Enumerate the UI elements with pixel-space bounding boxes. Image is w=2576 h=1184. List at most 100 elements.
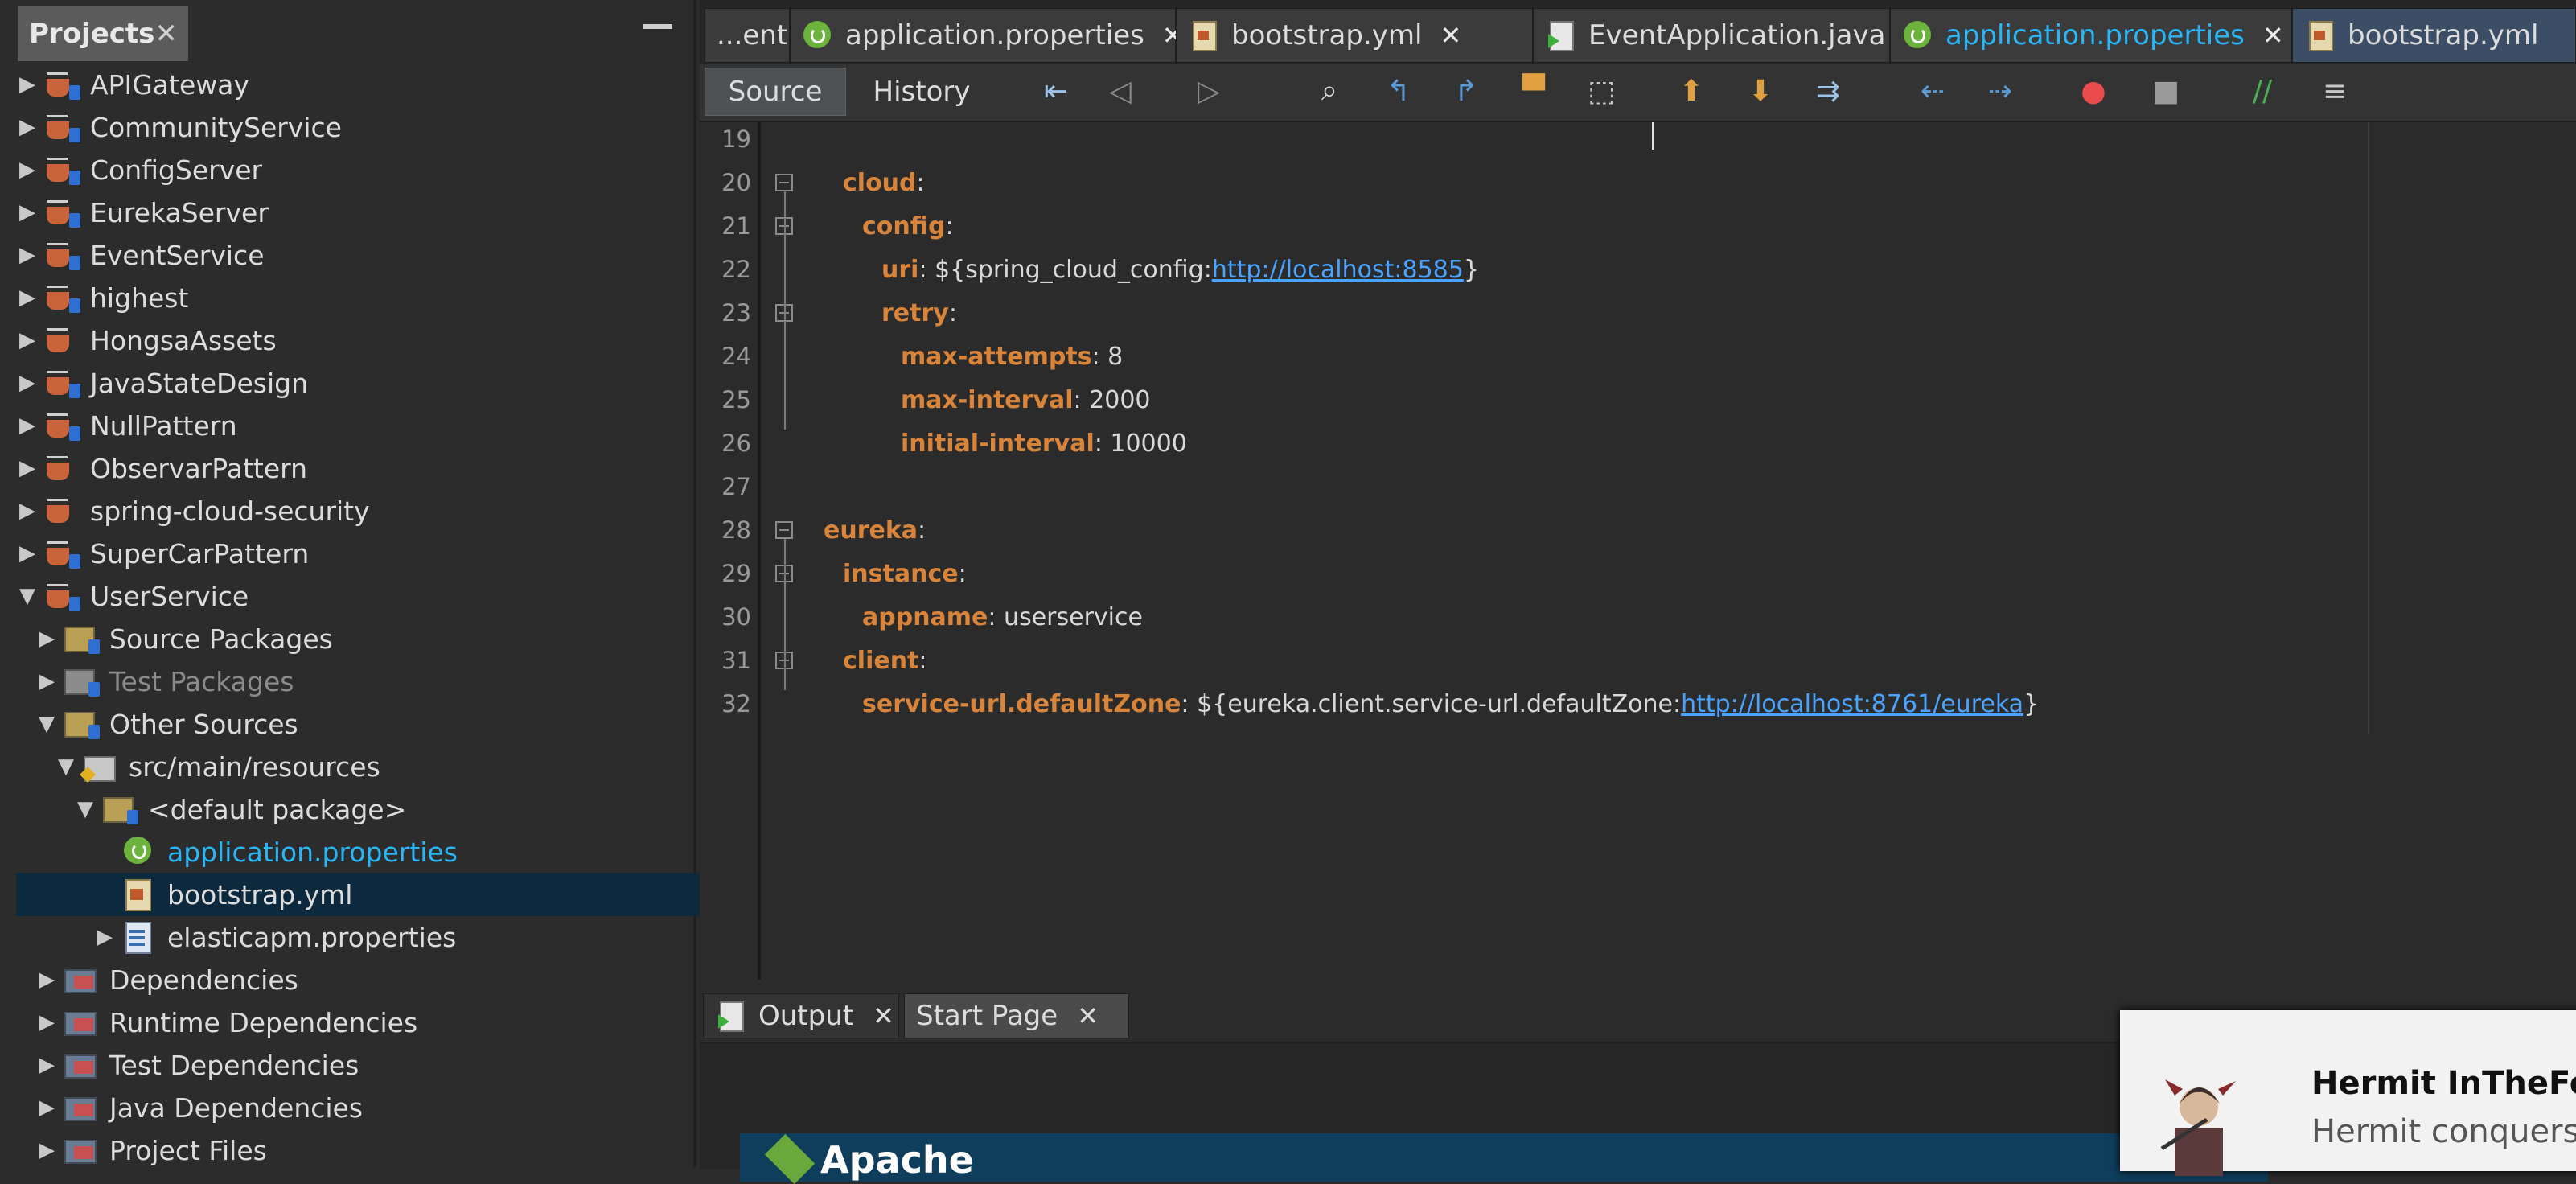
fold-toggle-icon[interactable]: [775, 521, 793, 539]
tree-item[interactable]: ▶ SuperCarPattern: [16, 532, 692, 575]
tree-item[interactable]: ▶ Test Dependencies: [16, 1043, 711, 1087]
expand-arrow-icon[interactable]: ▶: [16, 286, 39, 310]
previous-bookmark-icon[interactable]: ⬆: [1673, 72, 1710, 109]
close-icon[interactable]: ✕: [873, 1001, 894, 1031]
code-editor[interactable]: cloud: config: uri: ${spring_cloud_config:…: [761, 122, 2576, 980]
expand-arrow-icon[interactable]: ▶: [16, 328, 39, 352]
projects-tab[interactable]: Projects ✕: [18, 6, 188, 61]
close-icon[interactable]: ✕: [154, 18, 178, 50]
tree-item[interactable]: ▶ HongsaAssets: [16, 319, 692, 362]
expand-arrow-icon[interactable]: ▶: [35, 1138, 58, 1162]
history-button[interactable]: History: [865, 68, 978, 116]
back-icon[interactable]: ◁: [1102, 72, 1139, 109]
next-bookmark-icon[interactable]: ⬇: [1742, 72, 1779, 109]
tree-item-label: Source Packages: [109, 623, 333, 655]
expand-arrow-icon[interactable]: ▶: [16, 243, 39, 267]
start-macro-recording-icon[interactable]: ●: [2075, 72, 2112, 109]
minimize-icon[interactable]: [643, 24, 672, 29]
editor-tab[interactable]: application.properties ✕: [790, 8, 1184, 63]
comment-icon[interactable]: //: [2244, 72, 2281, 109]
collapse-arrow-icon[interactable]: ▼: [74, 797, 97, 821]
notification-toast[interactable]: Hermit InTheFor Hermit conquers: [2120, 1010, 2576, 1176]
tree-item[interactable]: ▼ Other Sources: [16, 702, 711, 746]
collapse-arrow-icon[interactable]: ▼: [16, 584, 39, 608]
uncomment-icon[interactable]: ≡: [2316, 72, 2353, 109]
tree-item[interactable]: ▶ elasticapm.properties: [16, 915, 769, 959]
stop-macro-recording-icon[interactable]: ■: [2147, 72, 2184, 109]
yaml-value: :: [918, 516, 926, 545]
yaml-key: appname: [862, 603, 988, 631]
expand-arrow-icon[interactable]: ▶: [35, 1010, 58, 1034]
toggle-highlight-icon[interactable]: ▀: [1515, 72, 1552, 109]
close-icon[interactable]: ✕: [1440, 20, 1461, 51]
maven-project-icon: [42, 409, 80, 442]
maven-project-icon: [42, 281, 80, 314]
editor-tab[interactable]: EventApplication.java✕: [1533, 8, 1925, 63]
tree-item[interactable]: ▶ Runtime Dependencies: [16, 1001, 711, 1044]
yaml-key: client: [843, 647, 919, 675]
code-link[interactable]: http://localhost:8585: [1212, 256, 1464, 284]
find-next-icon[interactable]: ↱: [1448, 72, 1485, 109]
shift-right-icon[interactable]: ⇢: [1982, 72, 2019, 109]
collapse-arrow-icon[interactable]: ▼: [35, 712, 58, 736]
code-link[interactable]: http://localhost:8761/eureka: [1681, 690, 2023, 718]
expand-arrow-icon[interactable]: ▶: [35, 968, 58, 992]
find-icon[interactable]: ⌕: [1311, 72, 1348, 109]
tree-item[interactable]: ▶ Dependencies: [16, 958, 711, 1001]
tree-item[interactable]: ▶ APIGateway: [16, 63, 692, 106]
editor-tab[interactable]: application.properties ✕: [1890, 8, 2292, 63]
tree-item[interactable]: ▶ EventService: [16, 233, 692, 277]
close-icon[interactable]: ✕: [2262, 20, 2284, 51]
expand-arrow-icon[interactable]: ▶: [93, 925, 116, 949]
tree-item[interactable]: bootstrap.yml: [16, 873, 769, 916]
collapse-arrow-icon[interactable]: ▼: [55, 754, 77, 779]
tree-item[interactable]: ▶ highest: [16, 276, 692, 319]
tree-item[interactable]: ▼ src/main/resources: [16, 745, 730, 788]
toggle-bookmark-icon[interactable]: ⇉: [1810, 72, 1847, 109]
tree-item[interactable]: ▶ NullPattern: [16, 404, 692, 447]
expand-arrow-icon[interactable]: ▶: [16, 499, 39, 523]
find-previous-icon[interactable]: ↰: [1380, 72, 1417, 109]
tree-item[interactable]: ▶ ConfigServer: [16, 148, 692, 191]
expand-arrow-icon[interactable]: ▶: [35, 1096, 58, 1120]
editor-tab[interactable]: bootstrap.yml: [2292, 8, 2576, 63]
shift-left-icon[interactable]: ⇠: [1914, 72, 1951, 109]
expand-arrow-icon[interactable]: ▶: [16, 115, 39, 139]
expand-arrow-icon[interactable]: ▶: [16, 371, 39, 395]
expand-arrow-icon[interactable]: ▶: [35, 669, 58, 693]
tree-item[interactable]: ▶ Source Packages: [16, 617, 711, 660]
forward-icon[interactable]: ▷: [1190, 72, 1227, 109]
tree-item[interactable]: ▼ <default package>: [16, 787, 750, 831]
expand-arrow-icon[interactable]: ▶: [16, 456, 39, 480]
tree-item[interactable]: ▶ CommunityService: [16, 105, 692, 149]
expand-arrow-icon[interactable]: ▶: [16, 541, 39, 565]
tree-item[interactable]: ▼ UserService: [16, 574, 692, 618]
editor-tab-label: bootstrap.yml: [1231, 19, 1423, 51]
tree-item[interactable]: ▶ EurekaServer: [16, 191, 692, 234]
start-page-tab[interactable]: Start Page ✕: [904, 993, 1129, 1038]
expand-arrow-icon[interactable]: ▶: [35, 1053, 58, 1077]
last-edit-icon[interactable]: ⇤: [1037, 72, 1074, 109]
tree-item[interactable]: application.properties: [16, 830, 769, 874]
tree-item[interactable]: ▶ spring-cloud-security: [16, 489, 692, 532]
editor-tab[interactable]: bootstrap.yml ✕: [1176, 8, 1533, 63]
code-line: eureka:: [824, 516, 926, 545]
source-button[interactable]: Source: [705, 68, 846, 116]
yaml-value: }: [1463, 256, 1479, 284]
close-icon[interactable]: ✕: [1077, 1001, 1099, 1031]
expand-arrow-icon[interactable]: ▶: [16, 158, 39, 182]
tree-item[interactable]: ▶ Test Packages: [16, 660, 711, 703]
tree-item[interactable]: ▶ ObservarPattern: [16, 446, 692, 490]
tree-item[interactable]: ▶ JavaStateDesign: [16, 361, 692, 405]
tree-item-label: JavaStateDesign: [90, 367, 308, 399]
expand-arrow-icon[interactable]: ▶: [35, 627, 58, 651]
expand-arrow-icon[interactable]: ▶: [16, 72, 39, 97]
tree-item[interactable]: ▶ Project Files: [16, 1128, 711, 1172]
fold-toggle-icon[interactable]: [775, 174, 793, 191]
rectangular-selection-icon[interactable]: ⬚: [1583, 72, 1620, 109]
tree-item[interactable]: ▶ Java Dependencies: [16, 1086, 711, 1129]
output-tab[interactable]: Output ✕: [703, 993, 899, 1038]
expand-arrow-icon[interactable]: ▶: [16, 200, 39, 224]
expand-arrow-icon[interactable]: ▶: [16, 413, 39, 438]
editor-tab[interactable]: ...ent: [705, 8, 790, 63]
